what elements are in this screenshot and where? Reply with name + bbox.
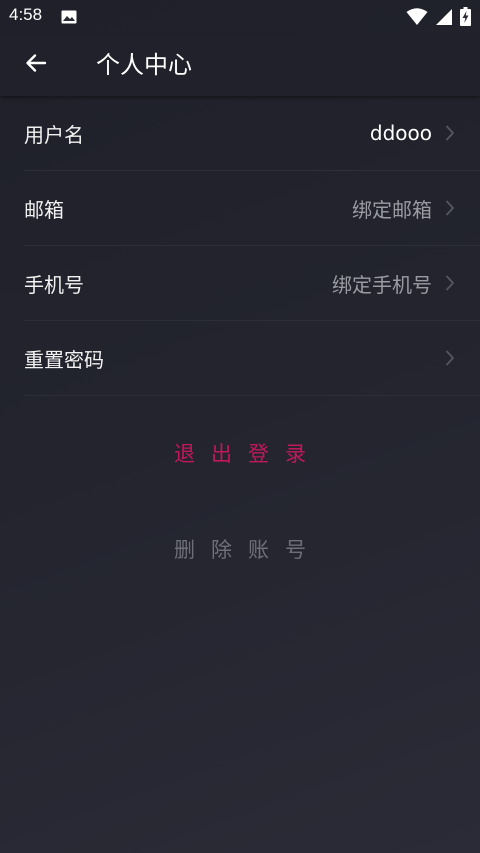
wifi-icon [406, 7, 428, 30]
row-username[interactable]: 用户名 ddooo [24, 96, 480, 171]
username-value: ddooo [369, 121, 432, 145]
settings-list: 用户名 ddooo 邮箱 绑定邮箱 手机号 绑定手机号 重置密码 [0, 96, 480, 396]
image-notification-icon [61, 9, 77, 24]
logout-button[interactable]: 退出登录 [0, 438, 480, 468]
row-email[interactable]: 邮箱 绑定邮箱 [24, 171, 480, 246]
row-label-username: 用户名 [24, 122, 84, 147]
status-time: 4:58 [9, 5, 43, 24]
app-bar: 个人中心 [0, 34, 480, 96]
arrow-left-icon [24, 51, 48, 79]
chevron-right-icon [444, 200, 456, 216]
email-value: 绑定邮箱 [352, 197, 432, 222]
cellular-signal-icon [435, 8, 453, 30]
back-button[interactable] [18, 49, 54, 81]
chevron-right-icon [444, 350, 456, 366]
battery-charging-icon [460, 7, 471, 30]
chevron-right-icon [444, 125, 456, 141]
phone-value: 绑定手机号 [332, 272, 432, 297]
delete-account-button[interactable]: 删除账号 [0, 534, 480, 564]
row-label-reset-password: 重置密码 [24, 347, 104, 372]
row-reset-password[interactable]: 重置密码 [24, 321, 480, 396]
chevron-right-icon [444, 275, 456, 291]
status-bar: 4:58 [0, 0, 480, 34]
page-title: 个人中心 [96, 51, 192, 79]
row-phone[interactable]: 手机号 绑定手机号 [24, 246, 480, 321]
status-icons [406, 7, 471, 30]
row-label-email: 邮箱 [24, 197, 64, 222]
row-label-phone: 手机号 [24, 272, 84, 297]
